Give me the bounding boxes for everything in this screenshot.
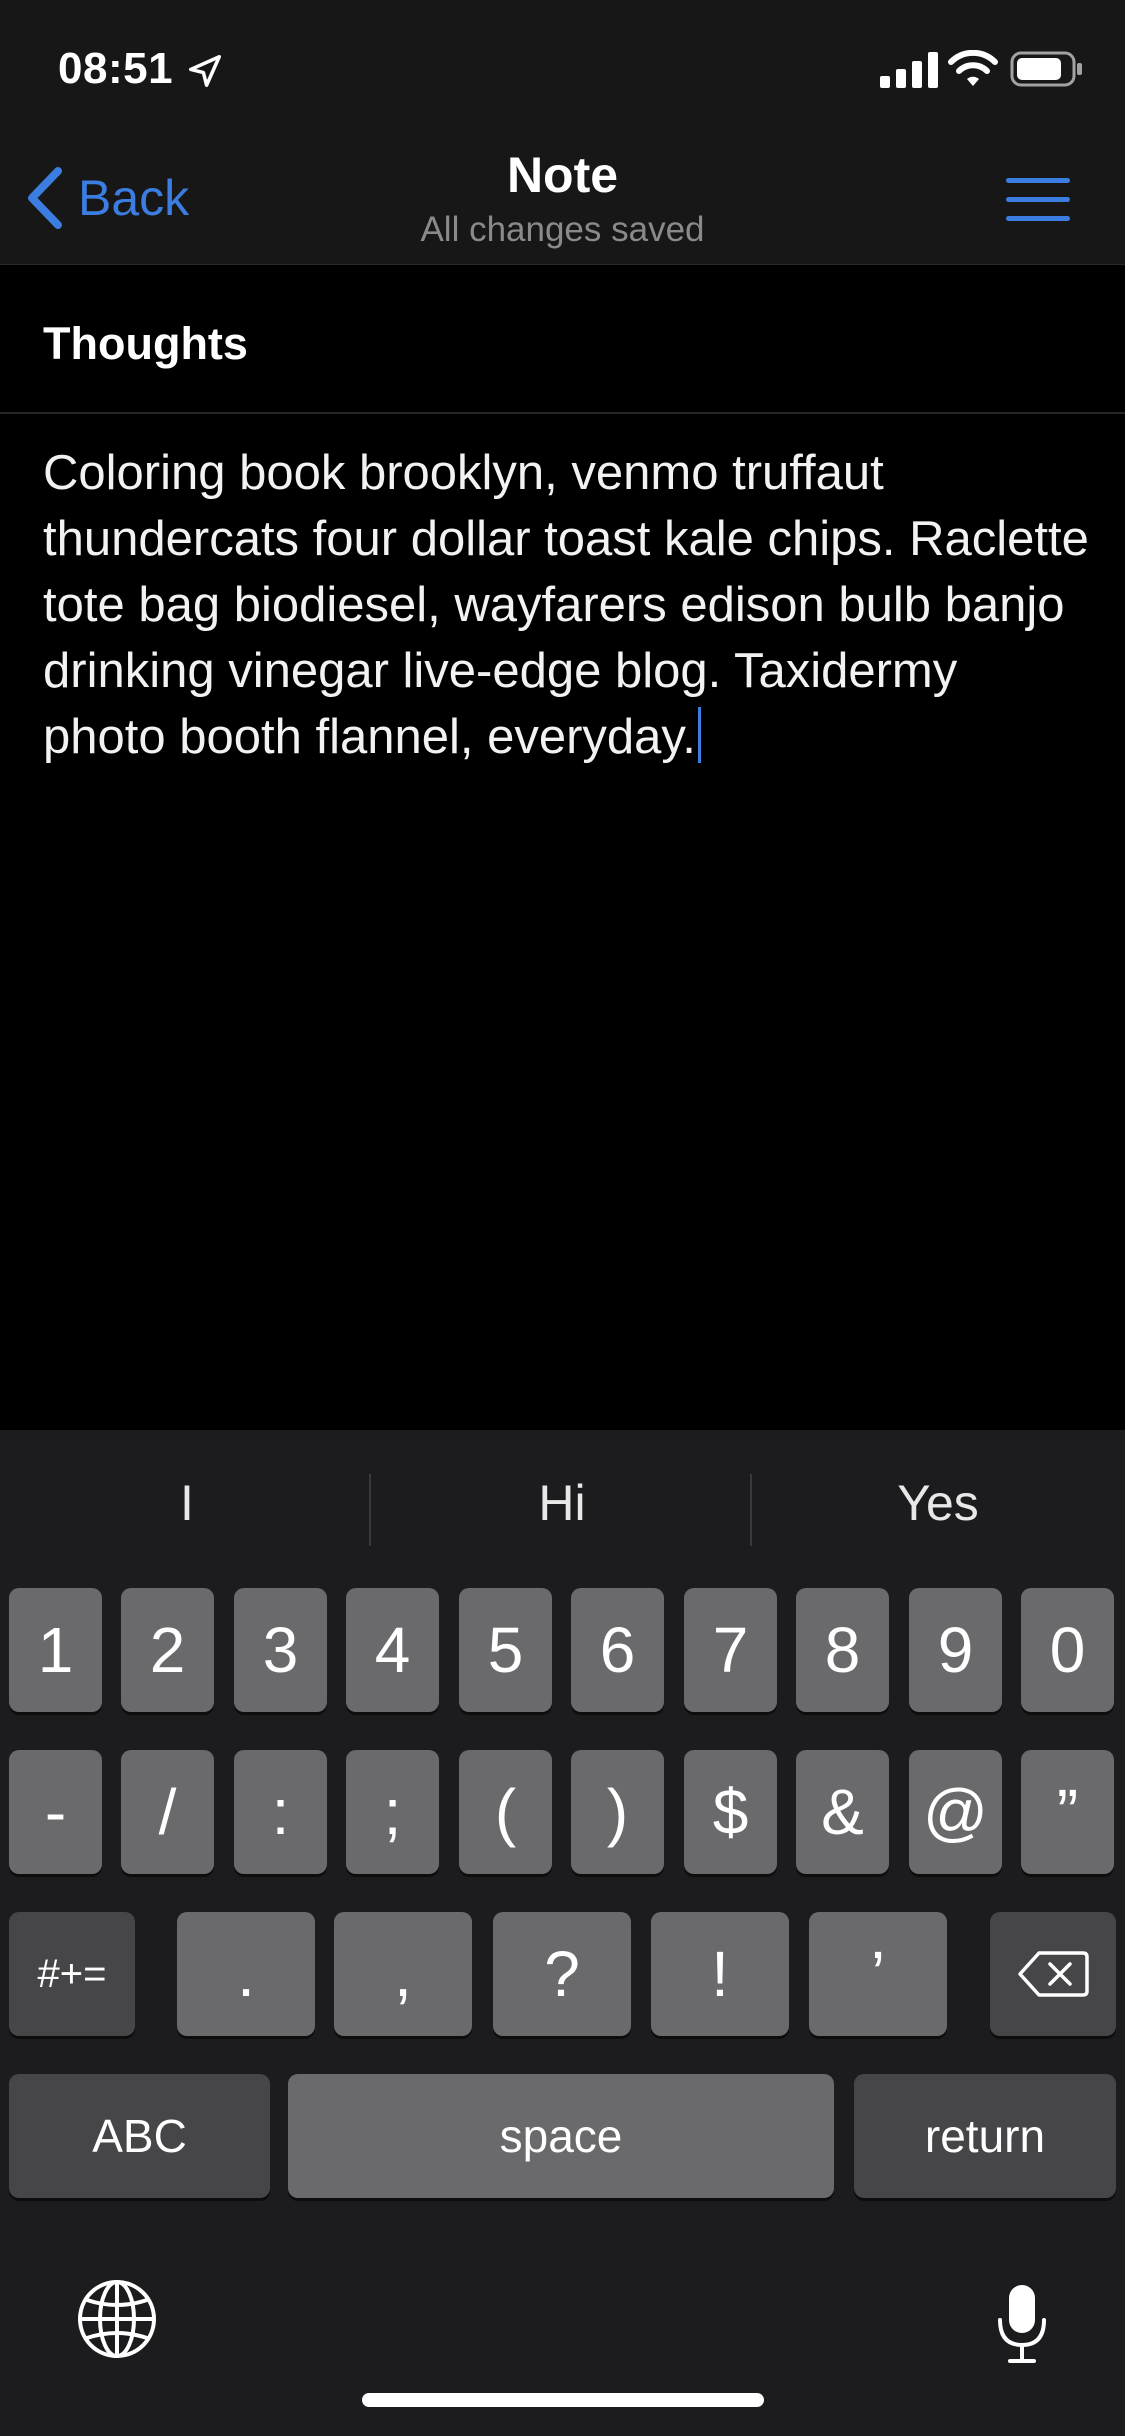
cellular-signal-icon bbox=[880, 52, 938, 88]
key-at[interactable]: @ bbox=[909, 1750, 1002, 1874]
battery-icon bbox=[1010, 51, 1082, 87]
key-open-paren[interactable]: ( bbox=[459, 1750, 552, 1874]
key-hyphen[interactable]: - bbox=[9, 1750, 102, 1874]
key-1[interactable]: 1 bbox=[9, 1588, 102, 1712]
key-9[interactable]: 9 bbox=[909, 1588, 1002, 1712]
backspace-key[interactable] bbox=[990, 1912, 1116, 2036]
return-key[interactable]: return bbox=[854, 2074, 1116, 2198]
page-title: Note bbox=[506, 147, 619, 203]
suggestion-divider bbox=[369, 1474, 371, 1546]
key-quote[interactable]: ” bbox=[1021, 1750, 1114, 1874]
text-caret bbox=[697, 707, 701, 763]
key-ampersand[interactable]: & bbox=[796, 1750, 889, 1874]
location-arrow-icon bbox=[189, 55, 221, 87]
key-4[interactable]: 4 bbox=[346, 1588, 439, 1712]
suggestion-2[interactable]: Hi bbox=[375, 1474, 749, 1532]
suggestion-1[interactable]: I bbox=[0, 1474, 374, 1532]
key-close-paren[interactable]: ) bbox=[571, 1750, 664, 1874]
note-body-editor[interactable]: Coloring book brooklyn, venmo truffaut t… bbox=[43, 440, 1093, 770]
key-more-symbols[interactable]: #+= bbox=[9, 1912, 135, 2036]
status-bar: 08:51 bbox=[0, 0, 1125, 132]
note-body-text: Coloring book brooklyn, venmo truffaut t… bbox=[43, 446, 1089, 764]
key-dollar[interactable]: $ bbox=[684, 1750, 777, 1874]
key-colon[interactable]: : bbox=[234, 1750, 327, 1874]
key-period[interactable]: . bbox=[177, 1912, 315, 2036]
abc-key[interactable]: ABC bbox=[9, 2074, 270, 2198]
wifi-icon bbox=[948, 50, 998, 86]
key-semicolon[interactable]: ; bbox=[346, 1750, 439, 1874]
key-apostrophe[interactable]: ’ bbox=[809, 1912, 947, 2036]
suggestion-bar: I Hi Yes bbox=[0, 1430, 1125, 1580]
key-question[interactable]: ? bbox=[493, 1912, 631, 2036]
backspace-icon bbox=[1018, 1951, 1089, 1997]
key-5[interactable]: 5 bbox=[459, 1588, 552, 1712]
keyboard: I Hi Yes 1 2 3 4 5 6 7 8 9 0 - / : ; ( )… bbox=[0, 1430, 1125, 2436]
save-status: All changes saved bbox=[420, 210, 705, 249]
space-key[interactable]: space bbox=[288, 2074, 834, 2198]
note-title[interactable]: Thoughts bbox=[43, 318, 248, 370]
key-exclamation[interactable]: ! bbox=[651, 1912, 789, 2036]
key-slash[interactable]: / bbox=[121, 1750, 214, 1874]
key-6[interactable]: 6 bbox=[571, 1588, 664, 1712]
status-time: 08:51 bbox=[58, 44, 174, 93]
key-7[interactable]: 7 bbox=[684, 1588, 777, 1712]
hamburger-menu-icon[interactable] bbox=[1000, 172, 1076, 228]
key-0[interactable]: 0 bbox=[1021, 1588, 1114, 1712]
key-8[interactable]: 8 bbox=[796, 1588, 889, 1712]
globe-icon[interactable] bbox=[76, 2278, 158, 2360]
key-comma[interactable]: , bbox=[334, 1912, 472, 2036]
home-indicator[interactable] bbox=[362, 2393, 764, 2407]
navigation-bar: Back Note All changes saved bbox=[0, 132, 1125, 265]
microphone-icon[interactable] bbox=[992, 2282, 1052, 2366]
divider bbox=[0, 412, 1125, 414]
key-2[interactable]: 2 bbox=[121, 1588, 214, 1712]
suggestion-3[interactable]: Yes bbox=[751, 1474, 1125, 1532]
key-3[interactable]: 3 bbox=[234, 1588, 327, 1712]
